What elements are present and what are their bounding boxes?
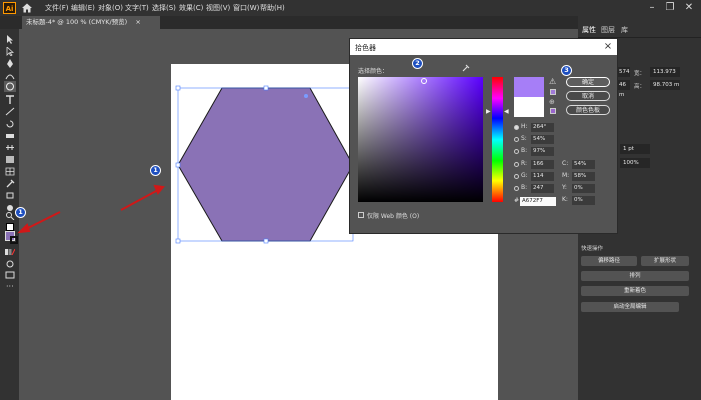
x-field[interactable]: 574 <box>616 67 630 77</box>
web-safe-swatch[interactable] <box>550 108 556 114</box>
annotation-badge-1: 1 <box>15 207 26 218</box>
saturation-radio[interactable] <box>514 137 519 142</box>
opacity-field[interactable]: 100% <box>620 158 650 168</box>
web-only-checkbox[interactable] <box>358 212 364 218</box>
hex-field[interactable]: A672F7 <box>520 197 556 206</box>
saturation-field[interactable]: 54% <box>531 135 554 144</box>
hex-label: # <box>514 197 520 204</box>
dialog-titlebar[interactable] <box>350 39 617 55</box>
width-field[interactable]: 113.973 <box>650 67 680 77</box>
gamut-color-swatch[interactable] <box>550 89 556 95</box>
selection-handle <box>263 238 269 244</box>
tab-libraries[interactable]: 库 <box>621 25 628 35</box>
y-field[interactable]: 46 m <box>616 80 630 98</box>
hexagon-shape <box>177 87 354 242</box>
color-picker-dialog: 拾色器 × 选择颜色： ▶ ◀ ⚠ ⊕ 确定 取消 颜色色板 H: 264° S… <box>349 38 618 234</box>
expand-shape-button[interactable]: 扩展形状 <box>641 256 689 266</box>
height-field[interactable]: 98.703 m <box>650 80 680 90</box>
picker-label: 选择颜色： <box>358 68 389 75</box>
selection-handle <box>175 238 181 244</box>
arrange-button[interactable]: 排列 <box>581 271 689 281</box>
original-color-swatch <box>514 97 544 117</box>
tab-layers[interactable]: 图层 <box>601 25 615 35</box>
magenta-label: M: <box>562 172 570 179</box>
cyan-field[interactable]: 54% <box>572 160 595 169</box>
hue-slider[interactable] <box>492 77 503 202</box>
blue-radio[interactable] <box>514 186 519 191</box>
cancel-button[interactable]: 取消 <box>566 91 610 101</box>
web-safe-icon[interactable]: ⊕ <box>549 98 555 106</box>
offset-path-button[interactable]: 偏移路径 <box>581 256 637 266</box>
selection-handle <box>175 85 181 91</box>
new-color-swatch <box>514 77 544 97</box>
saturation-brightness-field[interactable] <box>358 77 483 202</box>
height-label: 高： <box>634 84 646 90</box>
magenta-field[interactable]: 58% <box>572 172 595 181</box>
cyan-label: C: <box>562 160 569 167</box>
dialog-close-button[interactable]: × <box>602 41 614 53</box>
hue-radio[interactable] <box>514 125 519 130</box>
dialog-title: 拾色器 <box>355 44 376 52</box>
web-only-label: 仅限 Web 颜色 (O) <box>367 213 420 220</box>
selection-handle <box>263 85 269 91</box>
tab-properties[interactable]: 属性 <box>582 25 596 35</box>
live-corner-widget <box>304 94 308 98</box>
annotation-badge-4: 3 <box>561 65 572 76</box>
out-of-gamut-warning-icon[interactable]: ⚠ <box>549 77 556 86</box>
brightness-field[interactable]: 97% <box>531 147 554 156</box>
annotation-badge-3: 2 <box>412 58 423 69</box>
green-radio[interactable] <box>514 174 519 179</box>
red-field[interactable]: 166 <box>531 160 554 169</box>
eyedropper-icon[interactable] <box>462 64 470 72</box>
black-field[interactable]: 0% <box>572 196 595 205</box>
red-label: R: <box>521 160 528 167</box>
ok-button[interactable]: 确定 <box>566 77 610 87</box>
saturation-label: S: <box>521 135 527 142</box>
yellow-label: Y: <box>562 184 567 191</box>
blue-field[interactable]: 247 <box>531 184 554 193</box>
brightness-label: B: <box>521 147 528 154</box>
blue-label: B: <box>521 184 528 191</box>
hue-slider-right-arrow-icon[interactable]: ◀ <box>504 108 509 115</box>
global-edit-button[interactable]: 启动全局编辑 <box>581 302 679 312</box>
green-label: G: <box>521 172 528 179</box>
color-swatches-button[interactable]: 颜色色板 <box>566 105 610 115</box>
brightness-radio[interactable] <box>514 149 519 154</box>
selection-handle <box>175 162 181 168</box>
hue-label: H: <box>521 123 528 130</box>
yellow-field[interactable]: 0% <box>572 184 595 193</box>
width-label: 宽： <box>634 71 646 77</box>
stroke-weight-field[interactable]: 1 pt <box>620 144 650 154</box>
hue-field[interactable]: 264° <box>531 123 554 132</box>
green-field[interactable]: 114 <box>531 172 554 181</box>
recolor-button[interactable]: 重新着色 <box>581 286 689 296</box>
hue-slider-left-arrow-icon[interactable]: ▶ <box>486 108 491 115</box>
red-radio[interactable] <box>514 162 519 167</box>
annotation-badge-2: 1 <box>150 165 161 176</box>
color-cursor[interactable] <box>421 78 427 84</box>
quick-actions-title: 快速操作 <box>581 246 604 252</box>
black-label: K: <box>562 196 568 203</box>
